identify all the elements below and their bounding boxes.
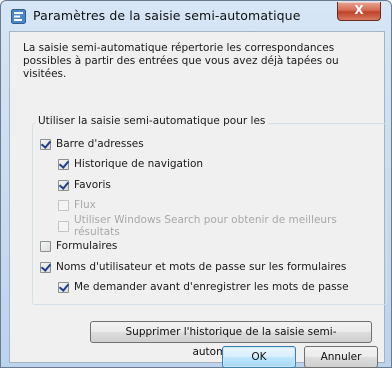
option-label: Historique de navigation: [74, 158, 204, 170]
option-label: Favoris: [74, 179, 111, 191]
checkbox-icon[interactable]: [58, 179, 69, 191]
option-label: Flux: [74, 199, 96, 211]
title-bar[interactable]: Paramètres de la saisie semi-automatique…: [1, 1, 391, 31]
window-title: Paramètres de la saisie semi-automatique: [33, 8, 301, 23]
checkbox-icon: [58, 220, 69, 232]
ok-button[interactable]: OK: [222, 346, 296, 368]
option-feeds: Flux: [58, 197, 96, 213]
checkbox-icon[interactable]: [58, 281, 69, 293]
option-label: Barre d'adresses: [56, 138, 144, 150]
checkbox-icon[interactable]: [40, 138, 51, 150]
option-address-bar[interactable]: Barre d'adresses: [40, 136, 144, 152]
delete-history-button[interactable]: Supprimer l'historique de la saisie semi…: [90, 321, 372, 358]
option-passwords[interactable]: Noms d'utilisateur et mots de passe sur …: [40, 259, 346, 275]
option-label: Utiliser Windows Search pour obtenir de …: [74, 214, 337, 238]
option-favorites[interactable]: Favoris: [58, 177, 111, 193]
option-forms[interactable]: Formulaires: [40, 238, 117, 254]
option-label: Noms d'utilisateur et mots de passe sur …: [56, 261, 347, 273]
option-windows-search: Utiliser Windows Search pour obtenir de …: [58, 214, 384, 238]
option-history[interactable]: Historique de navigation: [58, 156, 203, 172]
intro-text: La saisie semi-automatique répertorie le…: [23, 42, 339, 80]
settings-icon: [11, 9, 26, 24]
option-label: Me demander avant d'enregistrer les mots…: [74, 281, 349, 293]
checkbox-icon: [58, 199, 69, 211]
option-label: Formulaires: [56, 240, 118, 252]
close-button[interactable]: X: [337, 2, 381, 21]
group-label: Utiliser la saisie semi-automatique pour…: [35, 115, 269, 127]
dialog-body: La saisie semi-automatique répertorie le…: [9, 31, 387, 368]
option-ask-save[interactable]: Me demander avant d'enregistrer les mots…: [58, 279, 349, 295]
checkbox-icon[interactable]: [40, 261, 51, 273]
checkbox-icon[interactable]: [58, 158, 69, 170]
checkbox-icon[interactable]: [40, 240, 51, 252]
autocomplete-settings-dialog: Paramètres de la saisie semi-automatique…: [0, 0, 392, 368]
cancel-button[interactable]: Annuler: [304, 346, 378, 368]
